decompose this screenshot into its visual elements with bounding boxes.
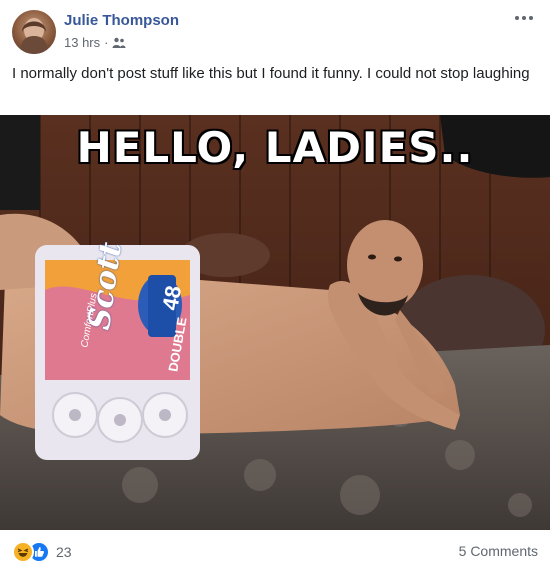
avatar[interactable] [12, 10, 56, 54]
reactions-summary[interactable]: 23 [12, 540, 72, 564]
haha-icon [12, 541, 34, 563]
meta-separator: · [104, 35, 109, 50]
post-text: I normally don't post stuff like this bu… [12, 65, 530, 82]
photo-caption: HELLO, LADIES.. [76, 123, 474, 172]
post-photo[interactable]: HELLO, LADIES.. Scott 48 DOUBLE ComfortP… [0, 115, 550, 530]
post-meta: 13 hrs · [64, 35, 126, 50]
post-author[interactable]: Julie Thompson [64, 12, 179, 29]
more-options-icon[interactable] [510, 10, 538, 30]
avatar-photo [20, 18, 48, 54]
reaction-count[interactable]: 23 [56, 544, 72, 560]
post-time[interactable]: 13 hrs [64, 35, 100, 50]
friends-icon[interactable] [112, 37, 126, 49]
post-header: Julie Thompson 13 hrs · [12, 10, 538, 54]
package-count: 48 [157, 283, 187, 313]
post-footer: 23 5 Comments [12, 540, 538, 564]
comments-link[interactable]: 5 Comments [459, 543, 538, 559]
